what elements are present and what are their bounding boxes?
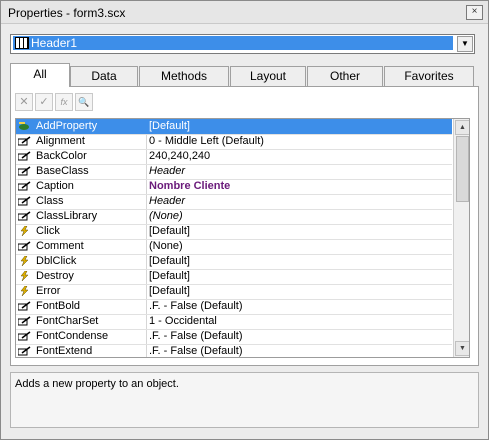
property-icon: [18, 136, 31, 146]
property-row[interactable]: DblClick [Default]: [16, 254, 452, 270]
chevron-down-icon[interactable]: ▼: [457, 36, 473, 52]
tab-data[interactable]: Data: [70, 66, 138, 86]
property-value: (None): [149, 240, 183, 252]
property-value: 240,240,240: [149, 150, 211, 162]
property-icon: [18, 241, 31, 251]
property-value: Header: [149, 195, 186, 207]
grid-object-icon: [15, 37, 29, 49]
property-name: FontCharSet: [36, 315, 99, 327]
property-row[interactable]: FontExtend .F. - False (Default): [16, 344, 452, 357]
property-row[interactable]: Caption Nombre Cliente: [16, 179, 452, 195]
property-row[interactable]: Error [Default]: [16, 284, 452, 300]
property-value: .F. - False (Default): [149, 300, 243, 312]
tab-favorites[interactable]: Favorites: [384, 66, 474, 86]
object-selector-value: Header1: [13, 36, 453, 50]
properties-window: Properties - form3.scx × Header1 ▼ All D…: [0, 0, 489, 440]
property-value: (None): [149, 210, 183, 222]
property-name: FontExtend: [36, 345, 93, 357]
property-name: BackColor: [36, 150, 87, 162]
scroll-down-icon[interactable]: ▼: [455, 341, 469, 356]
property-name: ClassLibrary: [36, 210, 98, 222]
property-grid: AddProperty [Default] Alignment 0 - Midd…: [15, 118, 470, 358]
property-value: 0 - Middle Left (Default): [149, 135, 264, 147]
event-icon: [20, 226, 29, 236]
close-button[interactable]: ×: [466, 5, 483, 20]
property-name: Click: [36, 225, 60, 237]
property-name: Comment: [36, 240, 84, 252]
property-value: .F. - False (Default): [149, 330, 243, 342]
property-value: Header: [149, 165, 186, 177]
object-name: Header1: [31, 36, 78, 50]
object-selector[interactable]: Header1 ▼: [10, 34, 475, 54]
event-icon: [20, 271, 29, 281]
description-pane: Adds a new property to an object.: [10, 372, 479, 428]
property-value: Nombre Cliente: [149, 180, 231, 192]
property-row[interactable]: ClassLibrary (None): [16, 209, 452, 225]
window-title: Properties - form3.scx: [8, 6, 126, 20]
vertical-scrollbar[interactable]: ▲ ▼: [453, 119, 469, 357]
method-icon: [19, 122, 29, 130]
property-row[interactable]: FontCharSet 1 - Occidental: [16, 314, 452, 330]
cancel-icon[interactable]: ✕: [15, 93, 33, 111]
function-icon[interactable]: fx: [55, 93, 73, 111]
property-row[interactable]: Alignment 0 - Middle Left (Default): [16, 134, 452, 150]
property-name: Alignment: [36, 135, 85, 147]
property-value: [Default]: [149, 225, 190, 237]
tab-methods[interactable]: Methods: [139, 66, 229, 86]
accept-icon[interactable]: ✓: [35, 93, 53, 111]
tab-layout[interactable]: Layout: [230, 66, 306, 86]
property-name: BaseClass: [36, 165, 89, 177]
tab-all[interactable]: All: [10, 63, 70, 87]
property-row[interactable]: Destroy [Default]: [16, 269, 452, 285]
property-icon: [18, 301, 31, 311]
property-row[interactable]: Comment (None): [16, 239, 452, 255]
property-value: [Default]: [149, 270, 190, 282]
scroll-up-icon[interactable]: ▲: [455, 120, 469, 135]
property-icon: [18, 166, 31, 176]
title-bar[interactable]: Properties - form3.scx ×: [1, 1, 488, 24]
property-icon: [18, 196, 31, 206]
property-row[interactable]: Class Header: [16, 194, 452, 210]
property-icon: [18, 151, 31, 161]
event-icon: [20, 256, 29, 266]
property-value: .F. - False (Default): [149, 345, 243, 357]
property-value: [Default]: [149, 285, 190, 297]
property-icon: [18, 316, 31, 326]
property-value: [Default]: [149, 255, 190, 267]
property-row[interactable]: BaseClass Header: [16, 164, 452, 180]
property-name: FontBold: [36, 300, 81, 312]
property-name: FontCondense: [36, 330, 109, 342]
property-row[interactable]: FontBold .F. - False (Default): [16, 299, 452, 315]
tab-panel-all: ✕ ✓ fx 🔍 AddProperty [Default] Alignment…: [10, 86, 479, 366]
property-row[interactable]: FontCondense .F. - False (Default): [16, 329, 452, 345]
property-name: DblClick: [36, 255, 77, 267]
property-row[interactable]: BackColor 240,240,240: [16, 149, 452, 165]
event-icon: [20, 286, 29, 296]
property-name: Class: [36, 195, 64, 207]
property-icon: [18, 346, 31, 356]
tab-other[interactable]: Other: [307, 66, 383, 86]
property-name: AddProperty: [36, 120, 98, 132]
zoom-icon[interactable]: 🔍: [75, 93, 93, 111]
property-row[interactable]: Click [Default]: [16, 224, 452, 240]
property-value: [Default]: [149, 120, 190, 132]
property-row[interactable]: AddProperty [Default]: [16, 119, 452, 135]
property-icon: [18, 181, 31, 191]
description-text: Adds a new property to an object.: [15, 378, 179, 390]
scroll-thumb[interactable]: [456, 136, 469, 202]
tab-strip: All Data Methods Layout Other Favorites: [10, 63, 478, 87]
property-value: 1 - Occidental: [149, 315, 217, 327]
property-name: Destroy: [36, 270, 74, 282]
property-icon: [18, 211, 31, 221]
property-name: Error: [36, 285, 61, 297]
property-icon: [18, 331, 31, 341]
property-name: Caption: [36, 180, 74, 192]
